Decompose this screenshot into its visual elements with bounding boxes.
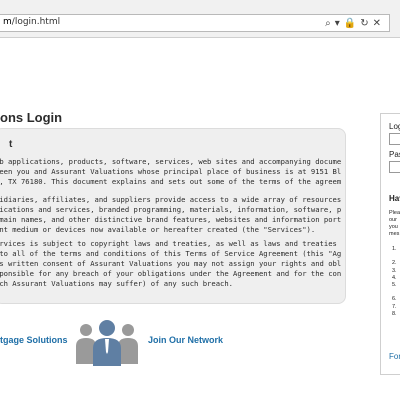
password-label: Pas	[389, 150, 400, 159]
close-icon[interactable]: ✕	[373, 18, 381, 29]
people-icon	[76, 320, 138, 366]
page-title: ons Login	[0, 110, 63, 125]
help-text: Plea our you mes	[389, 210, 400, 237]
help-numbered-list: 1. 2. 3. 4. 5. 6. 7. 8.	[392, 246, 397, 318]
list-item	[392, 289, 397, 296]
agreement-paragraph-2: sidiaries, affiliates, and suppliers pro…	[0, 195, 341, 234]
agreement-paragraph-3: ervices is subject to copyright laws and…	[0, 239, 341, 288]
url-text: m/login.html	[3, 17, 60, 27]
agreement-panel: t eb applications, products, software, s…	[0, 128, 346, 304]
list-item: 8.	[392, 310, 397, 317]
refresh-icon[interactable]: ↻	[360, 18, 368, 29]
list-item: 2.	[392, 260, 397, 267]
agreement-paragraph-1: eb applications, products, software, ser…	[0, 157, 341, 186]
search-icon[interactable]: ⌕	[325, 18, 331, 29]
agreement-heading: t	[9, 139, 13, 150]
password-input[interactable]	[389, 161, 400, 173]
join-network-link[interactable]: Join Our Network	[148, 335, 223, 345]
list-item: 5.	[392, 281, 397, 288]
browser-toolbar: m/login.html ⌕ ▾ 🔒 ↻ ✕	[0, 0, 400, 38]
login-panel: Log Pas Hav Plea our you mes 1. 2. 3. 4.…	[380, 113, 400, 375]
help-title: Hav	[389, 194, 400, 203]
list-item	[392, 253, 397, 260]
lock-icon[interactable]: 🔒	[344, 18, 356, 29]
url-path: /login.html	[11, 17, 61, 27]
url-domain: m	[3, 17, 12, 27]
list-item: 6.	[392, 296, 397, 303]
forgot-link[interactable]: For	[389, 352, 400, 361]
username-input[interactable]	[389, 133, 400, 145]
list-item: 3.	[392, 267, 397, 274]
username-label: Log	[389, 122, 400, 131]
address-bar[interactable]: m/login.html ⌕ ▾ 🔒 ↻ ✕	[0, 14, 390, 32]
dropdown-icon[interactable]: ▾	[335, 18, 340, 29]
mortgage-solutions-link[interactable]: tgage Solutions	[0, 335, 68, 345]
list-item: 7.	[392, 303, 397, 310]
list-item: 4.	[392, 274, 397, 281]
list-item: 1.	[392, 246, 397, 252]
address-bar-controls: ⌕ ▾ 🔒 ↻ ✕	[325, 18, 381, 29]
